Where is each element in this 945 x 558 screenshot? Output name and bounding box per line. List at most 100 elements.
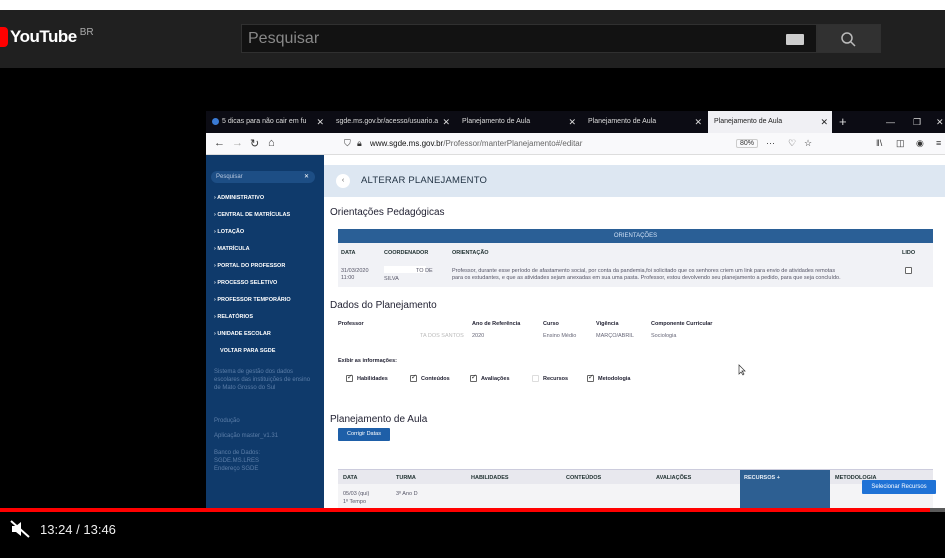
sidebar-item-central-matriculas[interactable]: › CENTRAL DE MATRÍCULAS bbox=[214, 212, 290, 218]
checkbox-metodologia[interactable] bbox=[587, 373, 594, 382]
youtube-search-button[interactable] bbox=[817, 24, 881, 53]
shield-icon[interactable]: ⛉ bbox=[344, 138, 351, 149]
forward-arrow-icon[interactable]: → bbox=[232, 137, 243, 149]
sidebar-toggle-icon[interactable]: ◫ bbox=[896, 138, 905, 149]
selecionar-recursos-button[interactable]: Selecionar Recursos bbox=[862, 480, 936, 494]
label-exibir: Exibir as informações: bbox=[338, 358, 397, 364]
label-professor: Professor bbox=[338, 321, 364, 327]
orient-date: 31/03/2020 bbox=[341, 268, 369, 274]
col-orientacao: ORIENTAÇÃO bbox=[452, 250, 489, 256]
sidebar-item-administrativo[interactable]: › ADMINISTRATIVO bbox=[214, 195, 264, 201]
account-icon[interactable]: ◉ bbox=[916, 138, 924, 149]
sidebar-item-unidade-escolar[interactable]: › UNIDADE ESCOLAR bbox=[214, 331, 271, 337]
new-tab-icon[interactable]: + bbox=[839, 111, 847, 133]
player-controls: 13:24 / 13:46 bbox=[0, 512, 945, 558]
value-ano: 2020 bbox=[472, 333, 485, 339]
close-icon[interactable]: ✕ bbox=[568, 111, 576, 133]
close-icon[interactable]: ✕ bbox=[442, 111, 450, 133]
sidebar-item-relatorios[interactable]: › RELATÓRIOS bbox=[214, 314, 253, 320]
video-frame[interactable]: 5 dicas para não cair em fu ✕ sgde.ms.gov… bbox=[206, 111, 945, 509]
checkbox-habilidades[interactable] bbox=[346, 373, 353, 382]
library-icon[interactable]: ‖\ bbox=[876, 138, 882, 148]
orient-time: 11:00 bbox=[341, 275, 355, 281]
checkbox-conteudos[interactable] bbox=[410, 373, 417, 382]
plan-row-date: 05/03 (qui) bbox=[343, 491, 370, 497]
bookmark-star-icon[interactable]: ☆ bbox=[804, 138, 812, 149]
plan-col-habilidades: HABILIDADES bbox=[471, 475, 509, 481]
option-avaliacoes[interactable]: Avaliações bbox=[481, 376, 510, 382]
checkbox-avaliacoes[interactable] bbox=[470, 373, 477, 382]
clear-search-icon[interactable]: ✕ bbox=[304, 171, 309, 183]
sidebar-app-version: Aplicação master_v1.31 bbox=[214, 433, 279, 439]
url-host: www.sgde.ms.gov.br bbox=[370, 139, 444, 148]
close-icon[interactable]: ✕ bbox=[820, 111, 828, 133]
orient-coord-1: TO DE bbox=[416, 268, 433, 274]
minimize-icon[interactable]: — bbox=[886, 111, 895, 133]
sidebar-item-professor-temporario[interactable]: › PROFESSOR TEMPORÁRIO bbox=[214, 297, 291, 303]
back-arrow-icon[interactable]: ← bbox=[214, 137, 225, 149]
pocket-icon[interactable]: ♡ bbox=[788, 138, 796, 149]
tab-label: 5 dicas para não cair em fu bbox=[222, 118, 307, 125]
sidebar-search-placeholder: Pesquisar bbox=[216, 174, 243, 180]
option-metodologia[interactable]: Metodologia bbox=[598, 376, 630, 382]
top-strip bbox=[0, 0, 945, 10]
restore-icon[interactable]: ❐ bbox=[913, 111, 921, 133]
zoom-level[interactable]: 80% bbox=[736, 139, 759, 148]
plan-col-turma: TURMA bbox=[396, 475, 416, 481]
more-icon[interactable]: ··· bbox=[766, 138, 775, 148]
label-componente: Componente Curricular bbox=[651, 321, 713, 327]
back-button[interactable]: ‹ bbox=[336, 174, 350, 188]
sidebar-db-value: SGDE.MS.LRES bbox=[214, 458, 260, 464]
search-icon bbox=[841, 32, 856, 47]
sidebar-item-voltar-sgde[interactable]: VOLTAR PARA SGDE bbox=[220, 348, 275, 354]
sidebar-item-portal-professor[interactable]: › PORTAL DO PROFESSOR bbox=[214, 263, 285, 269]
browser-tab[interactable]: Planejamento de Aula ✕ bbox=[582, 111, 706, 133]
checkbox-recursos[interactable] bbox=[532, 375, 539, 382]
sidebar-system-info: Sistema de gestão dos dados escolares da… bbox=[214, 369, 311, 391]
sidebar-item-matricula[interactable]: › MATRÍCULA bbox=[214, 246, 250, 252]
youtube-search-input[interactable]: Pesquisar bbox=[248, 30, 319, 48]
sidebar-item-processo-seletivo[interactable]: › PROCESSO SELETIVO bbox=[214, 280, 277, 286]
mute-icon[interactable] bbox=[10, 520, 30, 538]
youtube-play-icon bbox=[0, 27, 8, 47]
youtube-logo-text: YouTube bbox=[10, 27, 77, 46]
plan-col-conteudos: CONTEÚDOS bbox=[566, 475, 602, 481]
browser-tab-active[interactable]: Planejamento de Aula ✕ bbox=[708, 111, 832, 133]
lido-checkbox[interactable] bbox=[905, 267, 912, 274]
browser-tab[interactable]: sgde.ms.gov.br/acesso/usuario.a ✕ bbox=[330, 111, 454, 133]
url-field[interactable]: www.sgde.ms.gov.br/Professor/manterPlane… bbox=[370, 139, 582, 148]
orientacoes-table-header: ORIENTAÇÕES bbox=[338, 229, 933, 243]
close-icon[interactable]: ✕ bbox=[316, 111, 324, 133]
page-title: ALTERAR PLANEJAMENTO bbox=[361, 175, 488, 186]
youtube-logo[interactable]: YouTube BR bbox=[0, 26, 94, 48]
orient-text-2: para os estudantes, e que as atividades … bbox=[452, 275, 841, 281]
sidebar-search-input[interactable]: Pesquisar ✕ bbox=[211, 171, 315, 183]
lock-icon[interactable]: 🔒︎ bbox=[357, 138, 362, 149]
close-window-icon[interactable]: ✕ bbox=[936, 111, 944, 133]
corrigir-datas-button[interactable]: Corrigir Datas bbox=[338, 428, 390, 441]
home-icon[interactable]: ⌂ bbox=[268, 137, 275, 149]
browser-tab[interactable]: 5 dicas para não cair em fu ✕ bbox=[206, 111, 328, 133]
close-icon[interactable]: ✕ bbox=[694, 111, 702, 133]
orient-coord-2: SILVA bbox=[384, 276, 399, 282]
tab-label: sgde.ms.gov.br/acesso/usuario.a bbox=[336, 118, 439, 125]
browser-tab-bar: 5 dicas para não cair em fu ✕ sgde.ms.gov… bbox=[206, 111, 945, 133]
menu-icon[interactable]: ≡ bbox=[936, 138, 941, 148]
option-recursos[interactable]: Recursos bbox=[543, 376, 568, 382]
tab-label: Planejamento de Aula bbox=[714, 118, 783, 125]
keyboard-icon[interactable] bbox=[786, 34, 804, 45]
reload-icon[interactable]: ↻ bbox=[250, 137, 259, 150]
chevron-left-icon: ‹ bbox=[341, 177, 345, 184]
main-content: ‹ ALTERAR PLANEJAMENTO Orientações Pedag… bbox=[324, 155, 945, 509]
plan-col-recursos[interactable]: RECURSOS + bbox=[744, 475, 780, 481]
youtube-search-box[interactable]: Pesquisar bbox=[241, 24, 817, 53]
value-componente: Sociologia bbox=[651, 333, 677, 339]
option-habilidades[interactable]: Habilidades bbox=[357, 376, 388, 382]
time-display: 13:24 / 13:46 bbox=[40, 522, 116, 537]
col-coordenador: COORDENADOR bbox=[384, 250, 429, 256]
section-title-planejamento: Planejamento de Aula bbox=[330, 414, 428, 425]
option-conteudos[interactable]: Conteúdos bbox=[421, 376, 450, 382]
sidebar-item-lotacao[interactable]: › LOTAÇÃO bbox=[214, 229, 244, 235]
browser-tab[interactable]: Planejamento de Aula ✕ bbox=[456, 111, 580, 133]
col-lido: LIDO bbox=[902, 250, 916, 256]
